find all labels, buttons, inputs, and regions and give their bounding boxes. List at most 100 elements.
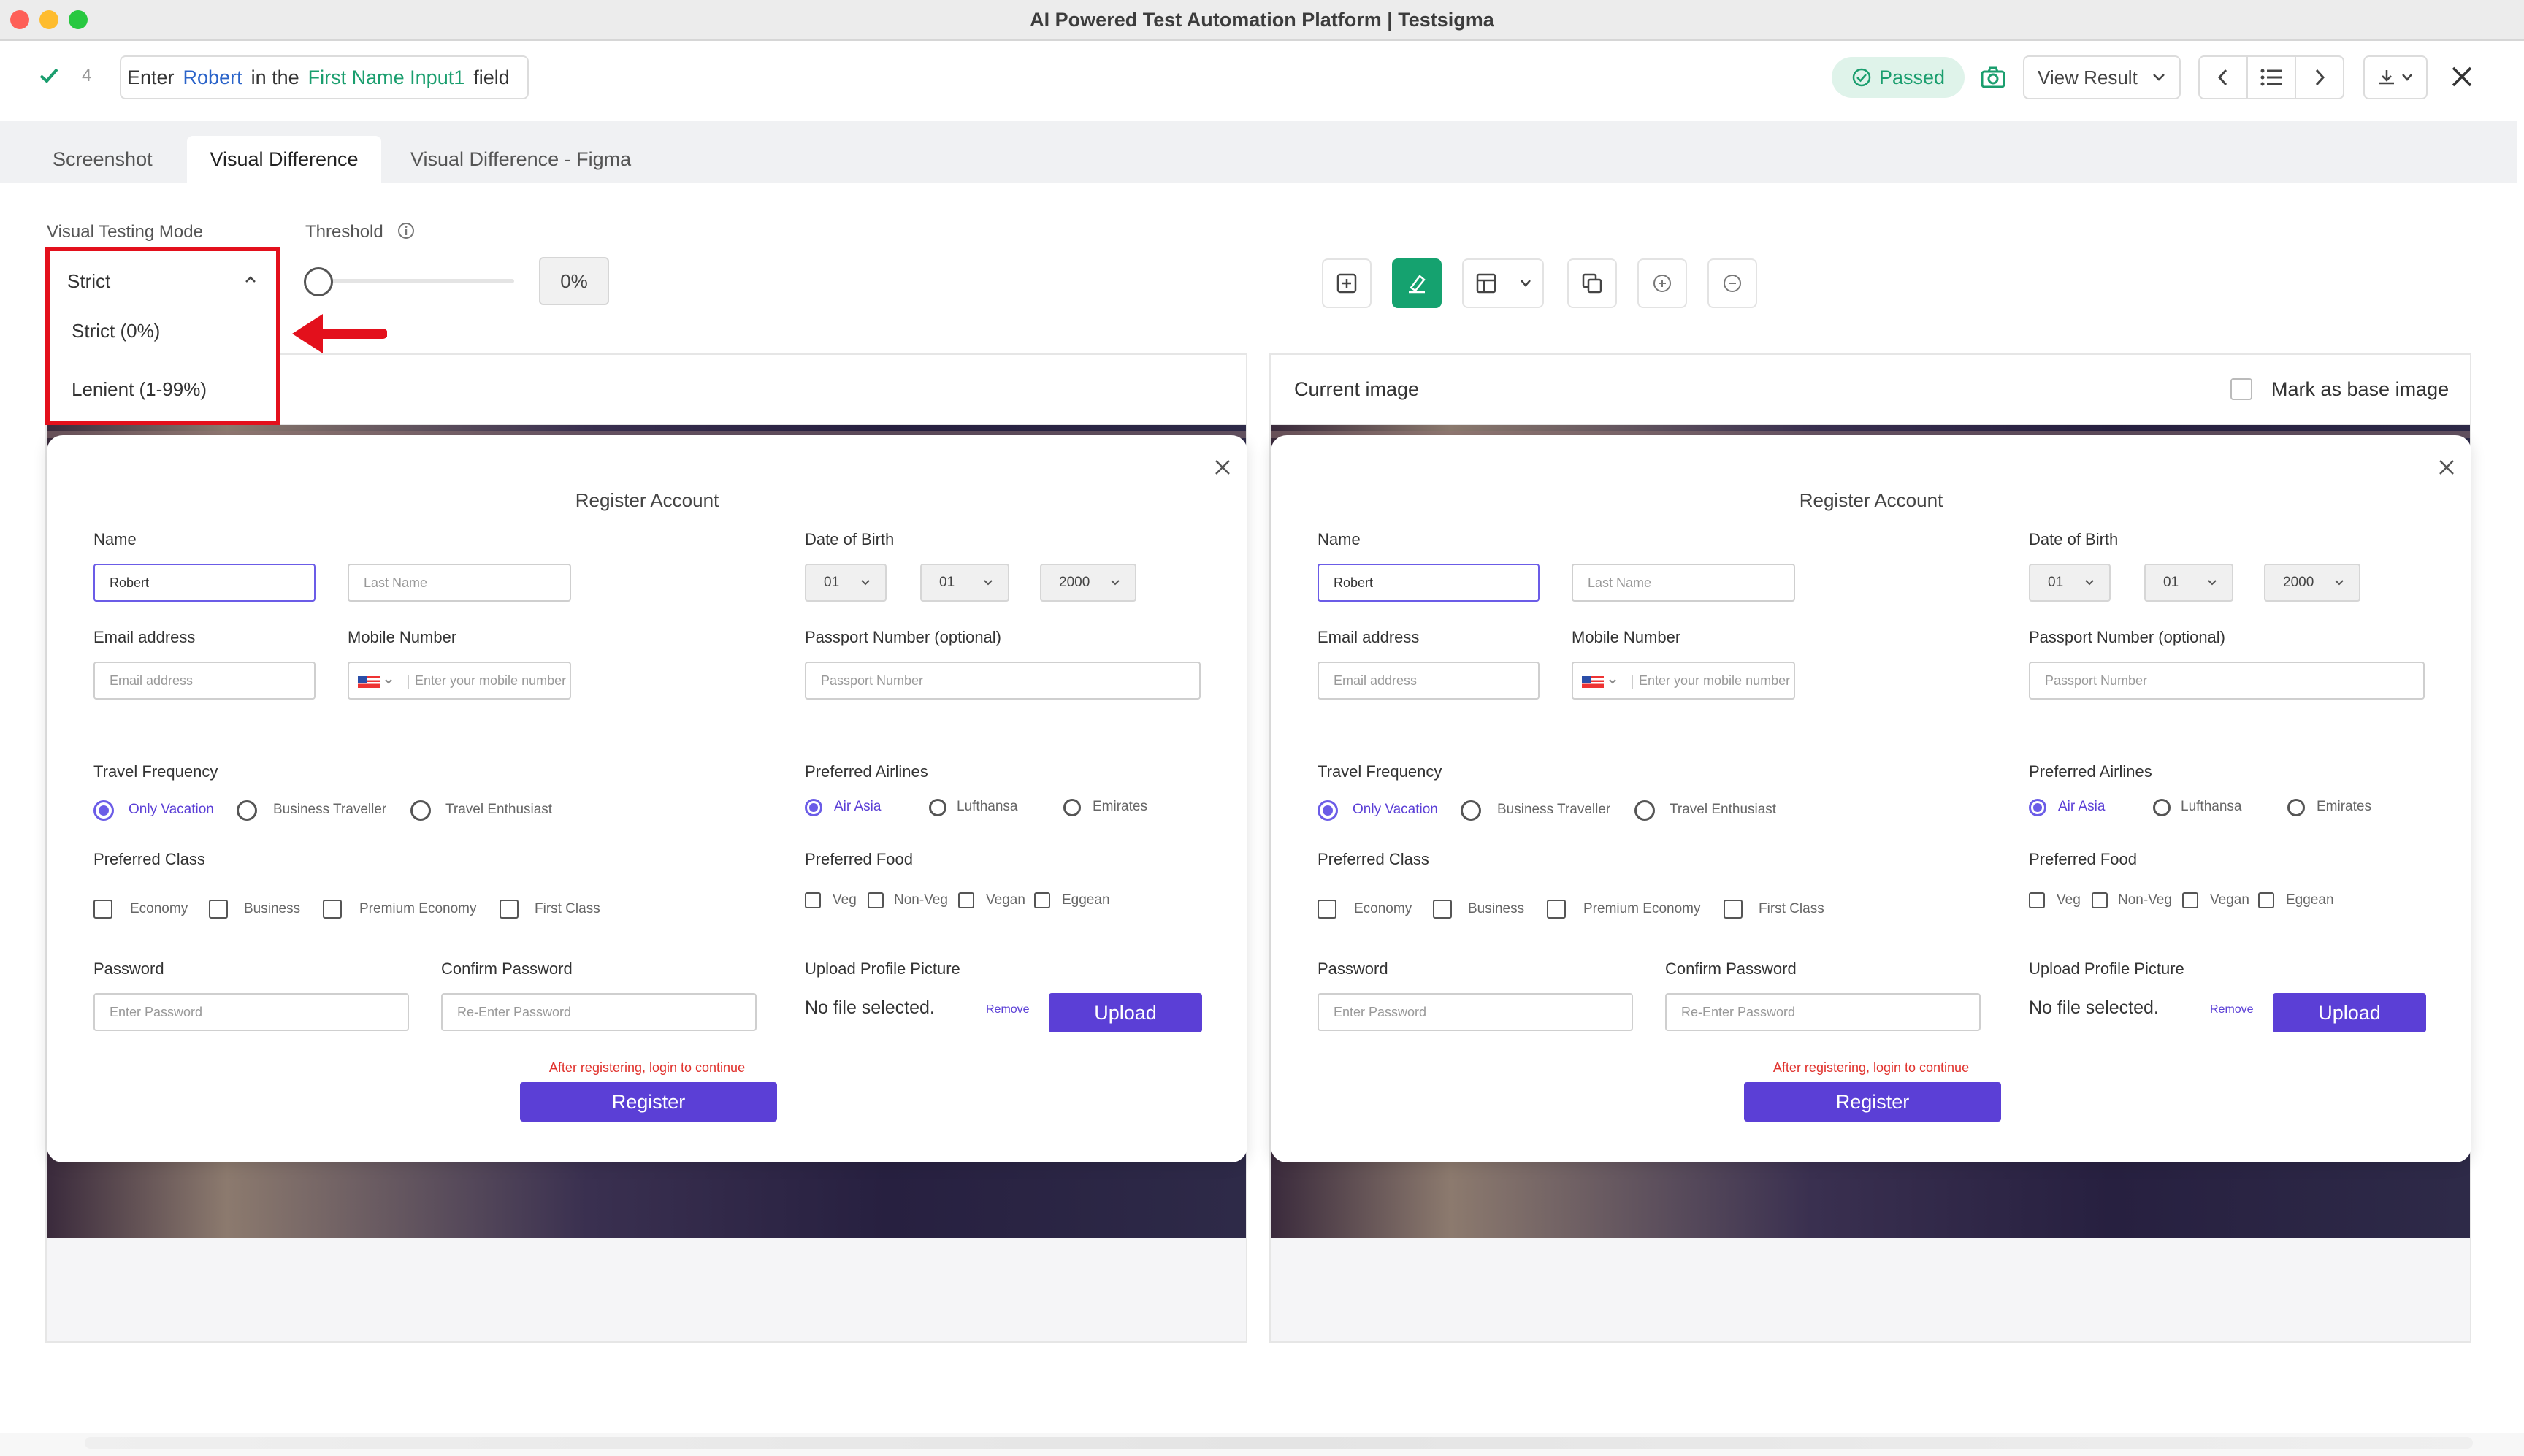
remove-link[interactable]: Remove (2210, 1003, 2254, 1016)
fit-view-button[interactable] (1322, 258, 1372, 308)
highlight-diff-button[interactable] (1392, 258, 1442, 308)
view-mode-dropdown[interactable] (1462, 258, 1544, 308)
travel-only-vacation-radio[interactable] (93, 800, 114, 821)
dob-year-select[interactable]: 2000 (2264, 564, 2360, 602)
dob-day-select[interactable]: 01 (805, 564, 887, 602)
last-name-input[interactable]: Last Name (1572, 564, 1795, 602)
email-input[interactable]: Email address (93, 662, 316, 700)
close-icon[interactable] (1214, 459, 1231, 476)
slider-knob[interactable] (304, 267, 333, 296)
food-vegan-checkbox[interactable] (958, 892, 974, 908)
passport-input[interactable]: Passport Number (805, 662, 1201, 700)
airline-lufthansa-radio[interactable] (2153, 799, 2171, 816)
chevron-up-icon[interactable] (244, 275, 257, 285)
chevron-down-icon (1520, 280, 1531, 287)
class-economy-checkbox[interactable] (1318, 900, 1336, 919)
mode-option-lenient[interactable]: Lenient (1-99%) (72, 378, 207, 401)
horizontal-scrollbar[interactable] (0, 1433, 2524, 1456)
airline-emirates-radio[interactable] (2287, 799, 2305, 816)
password-input[interactable]: Enter Password (93, 993, 409, 1031)
threshold-value-field[interactable]: 0% (539, 257, 609, 305)
us-flag-icon[interactable] (358, 675, 410, 689)
zoom-out-button[interactable] (1707, 258, 1757, 308)
travel-enthusiast-radio[interactable] (410, 800, 431, 821)
steps-list-button[interactable] (2248, 57, 2296, 98)
class-premium-economy-checkbox[interactable] (1547, 900, 1566, 919)
class-premium-economy-checkbox[interactable] (323, 900, 342, 919)
food-veg-checkbox[interactable] (805, 892, 821, 908)
tab-screenshot[interactable]: Screenshot (34, 136, 172, 183)
tab-visual-difference-figma[interactable]: Visual Difference - Figma (391, 136, 650, 183)
first-name-input[interactable]: Robert (93, 564, 316, 602)
remove-link[interactable]: Remove (986, 1003, 1030, 1016)
view-result-button[interactable]: View Result (2023, 55, 2181, 99)
register-button[interactable]: Register (1744, 1082, 2001, 1122)
no-file-text: No file selected. (2029, 997, 2159, 1018)
travel-business-radio[interactable] (237, 800, 257, 821)
mark-base-checkbox[interactable] (2230, 378, 2252, 400)
visual-testing-mode-dropdown[interactable]: Strict Strict (0%) Lenient (1-99%) (45, 247, 280, 425)
dob-month-select[interactable]: 01 (2144, 564, 2233, 602)
travel-option-label: Only Vacation (129, 802, 214, 817)
airline-option-label: Air Asia (2058, 799, 2106, 814)
password-input[interactable]: Enter Password (1318, 993, 1633, 1031)
dob-day-select[interactable]: 01 (2029, 564, 2111, 602)
airline-option-label: Emirates (1093, 799, 1147, 814)
previous-step-button[interactable] (2200, 57, 2248, 98)
next-step-button[interactable] (2296, 57, 2343, 98)
class-business-checkbox[interactable] (209, 900, 228, 919)
airline-air-asia-radio[interactable] (2029, 799, 2046, 816)
class-first-class-checkbox[interactable] (1724, 900, 1743, 919)
copy-icon (1582, 273, 1602, 294)
register-button[interactable]: Register (520, 1082, 777, 1122)
mode-selected-value[interactable]: Strict (67, 270, 110, 293)
food-non-veg-checkbox[interactable] (2092, 892, 2108, 908)
passport-label: Passport Number (optional) (2029, 628, 2226, 646)
email-input[interactable]: Email address (1318, 662, 1540, 700)
food-eggean-checkbox[interactable] (1034, 892, 1050, 908)
camera-icon[interactable] (1981, 66, 2005, 89)
mobile-input[interactable]: Enter your mobile number (348, 662, 571, 700)
scrollbar-thumb[interactable] (85, 1437, 2473, 1449)
travel-business-radio[interactable] (1461, 800, 1481, 821)
compare-button[interactable] (1567, 258, 1617, 308)
dob-label: Date of Birth (2029, 530, 2119, 548)
upload-button[interactable]: Upload (2273, 993, 2426, 1032)
class-first-class-checkbox[interactable] (500, 900, 519, 919)
mode-option-strict[interactable]: Strict (0%) (72, 320, 160, 342)
step-value: Robert (183, 66, 242, 88)
info-icon[interactable] (397, 222, 415, 240)
class-business-checkbox[interactable] (1433, 900, 1452, 919)
dob-year-select[interactable]: 2000 (1040, 564, 1136, 602)
airline-lufthansa-radio[interactable] (929, 799, 946, 816)
threshold-slider[interactable] (304, 263, 516, 301)
step-connector: in the (251, 66, 299, 88)
passed-check-icon (1852, 68, 1871, 87)
food-veg-checkbox[interactable] (2029, 892, 2045, 908)
upload-button[interactable]: Upload (1049, 993, 1202, 1032)
passport-input[interactable]: Passport Number (2029, 662, 2425, 700)
threshold-label: Threshold (305, 222, 383, 242)
airline-air-asia-radio[interactable] (805, 799, 822, 816)
download-button[interactable] (2363, 55, 2428, 99)
dob-month-select[interactable]: 01 (920, 564, 1009, 602)
food-non-veg-checkbox[interactable] (868, 892, 884, 908)
first-name-input[interactable]: Robert (1318, 564, 1540, 602)
close-icon[interactable] (2450, 64, 2474, 89)
us-flag-icon[interactable] (1582, 675, 1634, 689)
airline-emirates-radio[interactable] (1063, 799, 1081, 816)
food-eggean-checkbox[interactable] (2258, 892, 2274, 908)
last-name-input[interactable]: Last Name (348, 564, 571, 602)
confirm-password-input[interactable]: Re-Enter Password (441, 993, 757, 1031)
zoom-in-button[interactable] (1637, 258, 1687, 308)
travel-enthusiast-radio[interactable] (1634, 800, 1655, 821)
class-economy-checkbox[interactable] (93, 900, 112, 919)
food-vegan-checkbox[interactable] (2182, 892, 2198, 908)
tab-visual-difference[interactable]: Visual Difference (187, 136, 381, 183)
confirm-password-input[interactable]: Re-Enter Password (1665, 993, 1981, 1031)
food-option-label: Eggean (2286, 892, 2334, 908)
mobile-input[interactable]: Enter your mobile number (1572, 662, 1795, 700)
close-icon[interactable] (2438, 459, 2455, 476)
travel-only-vacation-radio[interactable] (1318, 800, 1338, 821)
confirm-password-label: Confirm Password (1665, 959, 1797, 978)
